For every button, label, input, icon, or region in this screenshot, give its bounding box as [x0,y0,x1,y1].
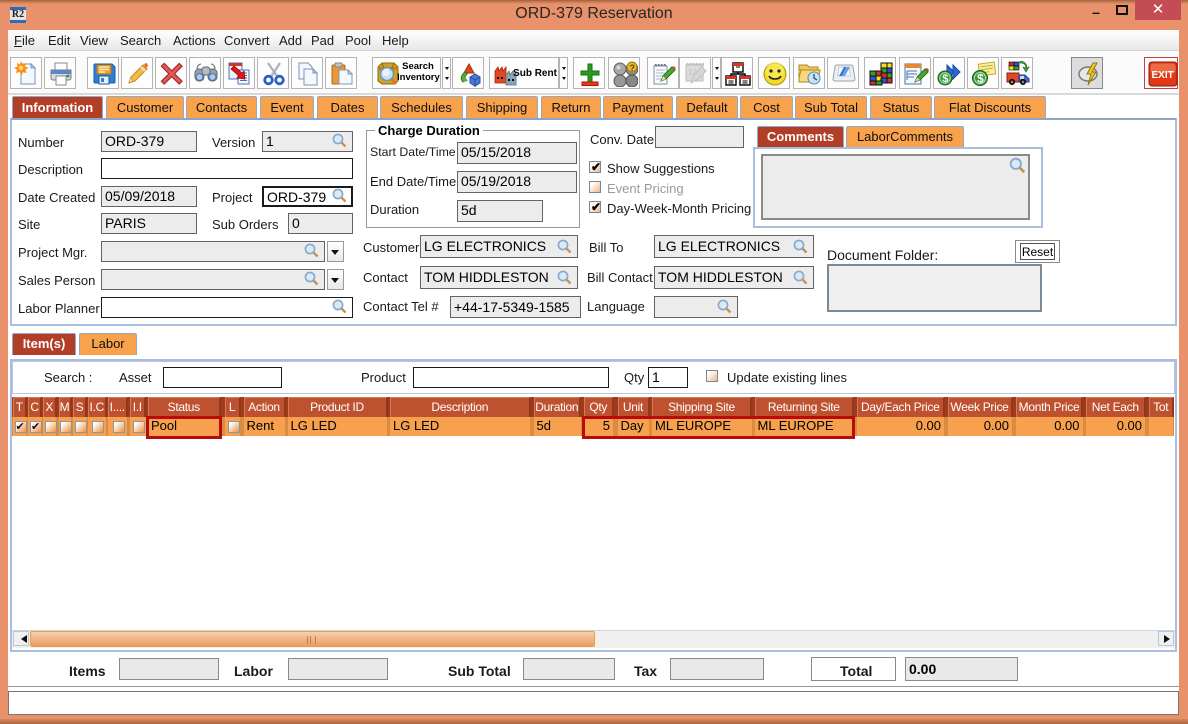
svg-text:$: $ [942,73,948,85]
svg-text:$: $ [977,72,984,86]
svg-text:EXIT: EXIT [1152,70,1174,81]
svg-text:?: ? [630,63,636,73]
